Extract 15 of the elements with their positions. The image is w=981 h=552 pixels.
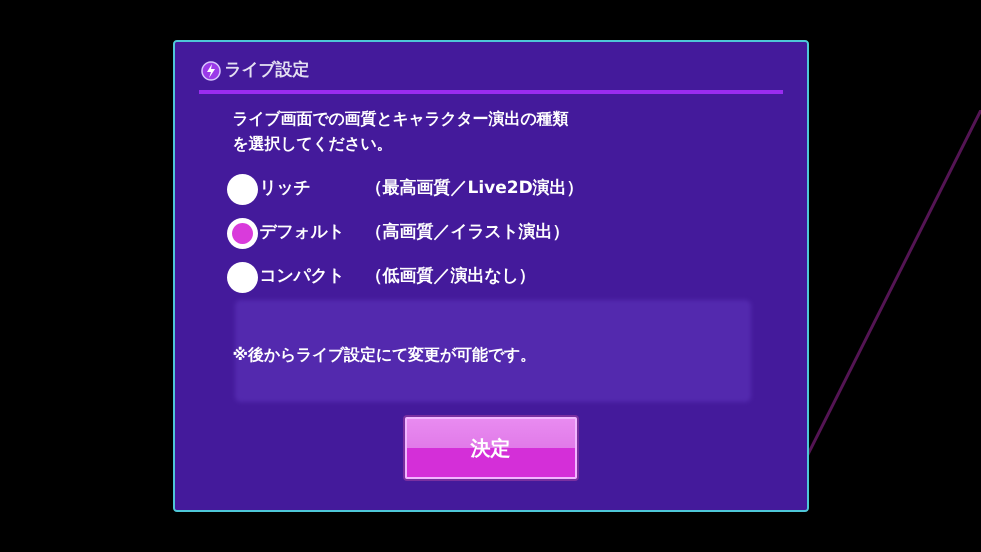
instruction-text: ライブ画面での画質とキャラクター演出の種類: [232, 108, 568, 130]
radio-button[interactable]: [226, 174, 258, 204]
option-label: デフォルト: [260, 221, 346, 244]
confirm-button[interactable]: 決定: [404, 416, 576, 478]
option-detail: （高画質／イラスト演出）: [366, 221, 570, 244]
instruction-text: を選択してください。: [232, 132, 392, 154]
radio-button[interactable]: [226, 218, 258, 248]
option-detail: （低画質／演出なし）: [366, 265, 536, 288]
option-label: コンパクト: [260, 265, 346, 288]
option-detail: （最高画質／Live2D演出）: [366, 177, 584, 200]
note-text: ※後からライブ設定にて変更が可能です。: [232, 344, 538, 366]
lightning-icon: [200, 60, 220, 81]
radio-button[interactable]: [226, 262, 258, 292]
option-label: リッチ: [260, 177, 312, 200]
dialog-title: ライブ設定: [224, 59, 310, 82]
